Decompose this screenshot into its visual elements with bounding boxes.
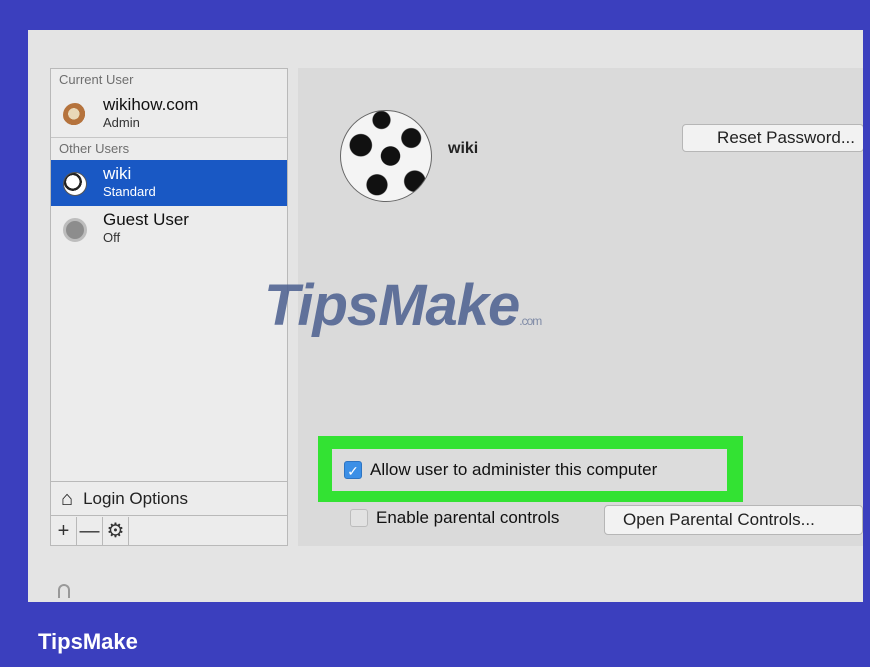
current-user-label: Current User	[59, 72, 134, 87]
guest-user-icon	[63, 218, 87, 242]
remove-user-button[interactable]: —	[77, 516, 103, 545]
admin-avatar-icon	[63, 103, 87, 127]
user-name: wiki	[103, 164, 132, 183]
detail-username: wiki	[448, 140, 479, 157]
user-role: Standard	[103, 184, 156, 199]
other-users-label: Other Users	[59, 141, 130, 156]
soccer-ball-icon	[63, 172, 87, 196]
house-icon: ⌂	[61, 487, 74, 510]
user-row-guest[interactable]: Guest User Off	[51, 206, 287, 252]
login-options-label: Login Options	[83, 488, 188, 508]
login-options-button[interactable]: ⌂ Login Options	[51, 481, 287, 515]
watermark-logo: TipsMake.com	[264, 273, 542, 338]
user-list-sidebar: Current User wikihow.com Admin Other Use…	[50, 68, 288, 546]
user-row-wikihow[interactable]: wikihow.com Admin	[51, 91, 287, 137]
footer-bar: TipsMake	[0, 602, 870, 667]
add-user-button[interactable]: +	[51, 516, 77, 545]
checkbox-unchecked-icon[interactable]	[350, 509, 368, 527]
lock-icon[interactable]	[58, 584, 70, 598]
sidebar-bottom-bar: + — ⚙	[51, 515, 287, 545]
parental-controls-checkbox[interactable]: Enable parental controls	[350, 508, 559, 528]
footer-brand: TipsMake	[38, 629, 138, 654]
user-name: Guest User	[103, 210, 189, 229]
checkbox-checked-icon[interactable]: ✓	[344, 461, 362, 479]
allow-admin-label: Allow user to administer this computer	[370, 460, 658, 479]
allow-admin-checkbox[interactable]: ✓ Allow user to administer this computer	[332, 449, 727, 491]
user-picture[interactable]	[340, 110, 432, 202]
reset-password-button[interactable]: Reset Password...	[682, 124, 863, 152]
user-role: Off	[103, 230, 121, 245]
open-parental-controls-button[interactable]: Open Parental Controls...	[604, 505, 863, 535]
parental-controls-label: Enable parental controls	[376, 508, 560, 527]
user-row-wiki[interactable]: wiki Standard	[51, 160, 287, 206]
user-role: Admin	[103, 115, 140, 130]
user-name: wikihow.com	[103, 95, 199, 114]
gear-icon[interactable]: ⚙	[103, 516, 129, 545]
